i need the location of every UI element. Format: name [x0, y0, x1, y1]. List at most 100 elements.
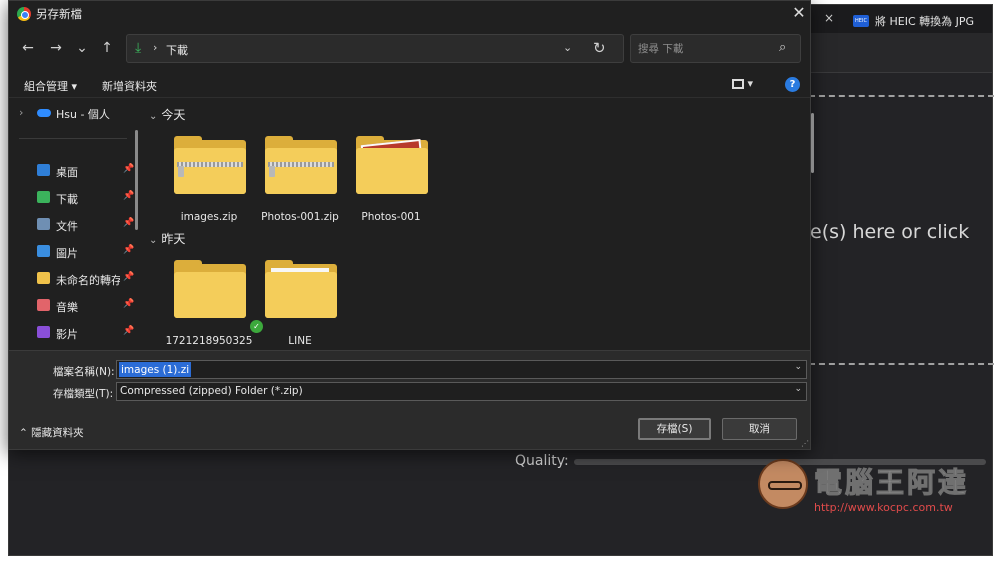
onedrive-cloud-icon [37, 109, 51, 117]
browser-tab-title: 將 HEIC 轉換為 JPG [875, 14, 975, 28]
file-name: Photos-001 [361, 211, 421, 223]
filename-label: 檔案名稱(N): [53, 366, 115, 378]
close-icon[interactable]: ✕ [789, 3, 809, 23]
sidebar-item-label: 文件 [56, 220, 78, 233]
sidebar-item-onedrive[interactable]: › Hsu - 個人 [19, 104, 139, 124]
new-folder-button[interactable]: 新增資料夾 [102, 78, 157, 94]
heic-favicon-icon: HEIC [853, 14, 869, 27]
recent-locations-chevron-icon[interactable]: ⌄ [71, 37, 93, 59]
forward-arrow-icon[interactable]: → [45, 37, 67, 59]
sidebar-scrollbar[interactable] [135, 130, 138, 230]
save-button[interactable]: 存檔(S) [638, 418, 711, 440]
filename-input[interactable] [119, 362, 191, 377]
browser-tab-heic-converter[interactable]: HEIC 將 HEIC 轉換為 JPG [847, 8, 987, 33]
navigation-row: ← → ⌄ ↑ ⤓ › 下載 ⌄ ↻ ⌕ [9, 34, 810, 64]
expand-chevron-icon[interactable]: › [19, 106, 23, 119]
file-item[interactable]: ✓ LINE [250, 260, 345, 360]
video-icon [37, 326, 50, 338]
file-name: images.zip [180, 211, 238, 223]
pin-icon[interactable]: 📌 [123, 326, 134, 336]
group-header[interactable]: ⌄ 昨天 [149, 230, 185, 247]
pin-icon[interactable]: 📌 [123, 299, 134, 309]
sidebar-item-6[interactable]: 影片 📌 [37, 322, 137, 344]
file-name: Photos-001.zip [261, 211, 339, 223]
file-item[interactable]: 1721218950325 [164, 260, 254, 360]
download-icon: ⤓ [135, 40, 142, 56]
tab-close-icon[interactable]: × [824, 11, 834, 25]
pictures-icon [37, 245, 50, 257]
file-list-scrollbar[interactable] [811, 113, 814, 173]
sidebar-item-label: 音樂 [56, 301, 78, 314]
mascot-face-icon [758, 459, 808, 509]
pin-icon[interactable]: 📌 [123, 191, 134, 201]
site-watermark: 電腦王阿達 http://www.kocpc.com.tw [758, 455, 983, 525]
filetype-value: Compressed (zipped) Folder (*.zip) [120, 385, 303, 397]
organize-menu-button[interactable]: 組合管理 ▾ [24, 78, 77, 94]
download-icon [37, 191, 50, 203]
filename-combobox[interactable]: ⌄ [116, 360, 807, 379]
folder-icon [37, 272, 50, 284]
file-name: 1721218950325 [165, 335, 253, 347]
sidebar-item-0[interactable]: 桌面 📌 [37, 160, 137, 182]
breadcrumb-separator-icon: › [153, 41, 158, 54]
breadcrumb-downloads[interactable]: 下載 [166, 42, 188, 58]
sidebar-item-label: 未命名的轉存 [56, 274, 120, 287]
file-name: LINE [288, 335, 312, 347]
group-header[interactable]: ⌄ 今天 [149, 106, 185, 123]
dialog-titlebar: 另存新檔 ✕ [9, 1, 810, 29]
sidebar-item-4[interactable]: 未命名的轉存 📌 [37, 268, 137, 290]
help-icon[interactable]: ? [785, 77, 800, 92]
group-header-label: 昨天 [161, 232, 186, 246]
sidebar-divider [19, 138, 127, 139]
chrome-icon [17, 7, 31, 21]
group-header-label: 今天 [161, 108, 186, 122]
sidebar-item-label: 影片 [56, 328, 78, 341]
filetype-label: 存檔類型(T): [53, 388, 114, 400]
watermark-url: http://www.kocpc.com.tw [814, 501, 953, 514]
pin-icon[interactable]: 📌 [123, 218, 134, 228]
quality-label: Quality: [515, 453, 569, 469]
sidebar-item-3[interactable]: 圖片 📌 [37, 241, 137, 263]
search-box: ⌕ [630, 34, 801, 63]
sidebar-item-label: 桌面 [56, 166, 78, 179]
sidebar-item-label: 下載 [56, 193, 78, 206]
view-caret-icon: ▾ [747, 77, 754, 90]
search-input[interactable] [638, 41, 768, 57]
chevron-down-icon[interactable]: ⌄ [794, 384, 802, 394]
sidebar-item-label: Hsu - 個人 [56, 108, 110, 121]
collapse-chevron-icon[interactable]: ⌄ [149, 111, 157, 122]
view-layout-icon [732, 79, 744, 89]
search-icon[interactable]: ⌕ [779, 40, 786, 55]
filetype-select[interactable]: Compressed (zipped) Folder (*.zip) ⌄ [116, 382, 807, 401]
sync-status-icon: ✓ [250, 320, 263, 333]
address-dropdown-icon[interactable]: ⌄ [563, 41, 572, 54]
document-icon [37, 218, 50, 230]
save-options-panel: 檔案名稱(N): ⌄ 存檔類型(T): Compressed (zipped) … [9, 350, 810, 449]
navigation-pane: › Hsu - 個人 桌面 📌 下載 📌 文件 📌 圖片 📌 未命名的轉存 📌 音樂 📌 影片 📌 [9, 98, 142, 350]
view-options-button[interactable]: ▾ [732, 77, 762, 93]
sidebar-item-2[interactable]: 文件 📌 [37, 214, 137, 236]
watermark-title: 電腦王阿達 [813, 466, 970, 500]
refresh-icon[interactable]: ↻ [593, 39, 606, 57]
back-arrow-icon[interactable]: ← [17, 37, 39, 59]
cancel-button[interactable]: 取消 [722, 418, 797, 440]
sidebar-item-1[interactable]: 下載 📌 [37, 187, 137, 209]
pin-icon[interactable]: 📌 [123, 272, 134, 282]
up-arrow-icon[interactable]: ↑ [96, 37, 118, 59]
file-item[interactable]: Photos-001.zip [255, 136, 345, 236]
mascot-glasses-icon [768, 481, 802, 490]
chevron-down-icon[interactable]: ⌄ [794, 362, 802, 372]
dropzone-text: e(s) here or click [810, 221, 970, 243]
pin-icon[interactable]: 📌 [123, 164, 134, 174]
file-item[interactable]: Photos-001 [346, 136, 436, 236]
collapse-chevron-icon[interactable]: ⌄ [149, 235, 157, 246]
address-bar[interactable]: ⤓ › 下載 ⌄ ↻ [126, 34, 624, 63]
file-item[interactable]: images.zip [164, 136, 254, 236]
sidebar-item-5[interactable]: 音樂 📌 [37, 295, 137, 317]
save-as-dialog: 另存新檔 ✕ ← → ⌄ ↑ ⤓ › 下載 ⌄ ↻ ⌕ 組合管理 ▾ 新增資料夾… [8, 0, 814, 450]
desktop-icon [37, 164, 50, 176]
pin-icon[interactable]: 📌 [123, 245, 134, 255]
resize-grip-icon[interactable]: ⋰ [801, 439, 809, 448]
hide-folders-button[interactable]: ⌃ 隱藏資料夾 [19, 425, 84, 440]
file-list: ⌄ 今天 images.zip Photos-001.zip Photos-001 ⌄ 昨天… [144, 98, 811, 350]
